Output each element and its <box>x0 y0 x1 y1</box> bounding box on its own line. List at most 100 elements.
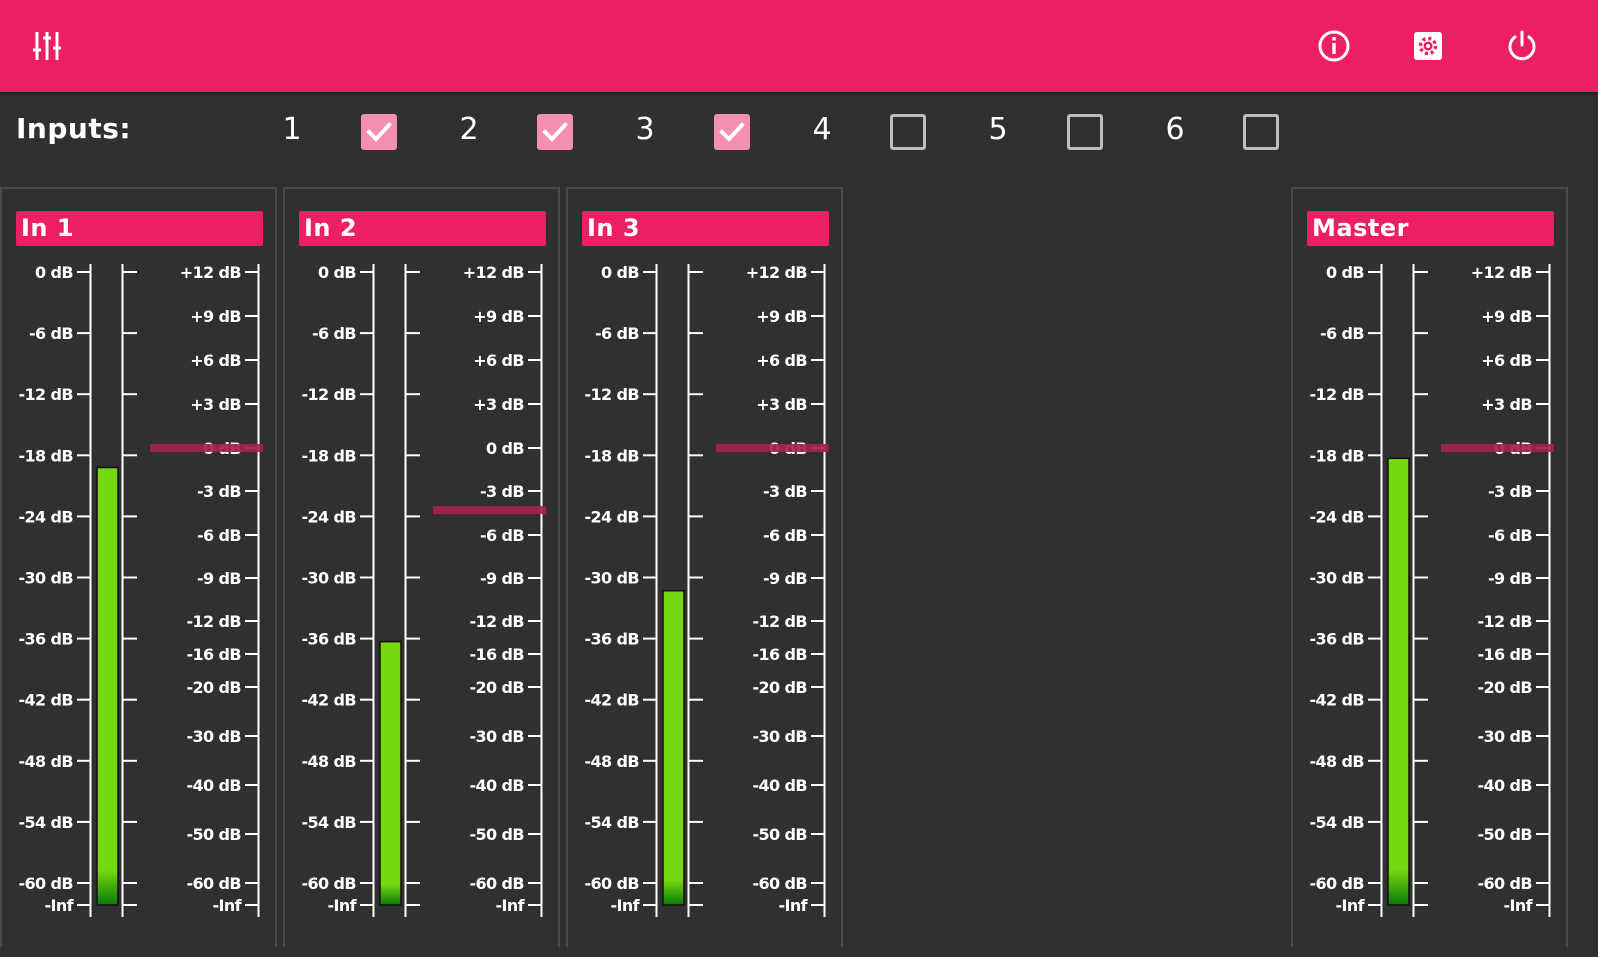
gain-scale-label: -3 dB <box>763 482 807 501</box>
power-icon[interactable] <box>1504 28 1540 64</box>
gain-scale-label: +6 dB <box>190 351 241 370</box>
info-icon[interactable] <box>1316 28 1352 64</box>
level-scale-label: -48 dB <box>584 752 639 771</box>
input-checkbox-5[interactable] <box>1067 114 1103 150</box>
level-scale-label: -Inf <box>1335 896 1365 915</box>
meter-svg: 0 dB -6 dB -12 dB -18 dB -24 dB -30 dB -36 dB -… <box>18 263 263 917</box>
gain-scale-label: -12 dB <box>186 612 241 631</box>
gain-scale-label: -50 dB <box>752 825 807 844</box>
gain-scale-label: -40 dB <box>186 776 241 795</box>
level-scale-label: -30 dB <box>301 569 356 588</box>
gain-scale-label: -6 dB <box>480 526 524 545</box>
gain-scale-label: -50 dB <box>469 825 524 844</box>
gain-scale-label: -6 dB <box>1488 526 1532 545</box>
gain-scale-label: -12 dB <box>469 612 524 631</box>
level-scale-label: 0 dB <box>601 263 639 282</box>
gain-scale-label: +9 dB <box>1481 307 1532 326</box>
level-scale-label: -6 dB <box>312 324 356 343</box>
gain-fader-handle[interactable] <box>1441 444 1554 452</box>
gain-scale-label: -16 dB <box>186 645 241 664</box>
level-scale-label: -48 dB <box>301 752 356 771</box>
gain-fader-handle[interactable] <box>716 444 829 452</box>
gain-scale-label: -16 dB <box>752 645 807 664</box>
gain-fader-handle[interactable] <box>433 506 546 515</box>
level-scale-label: -24 dB <box>301 507 356 526</box>
gain-scale-label: +12 dB <box>1471 263 1533 282</box>
input-number-5: 5 <box>988 112 1008 147</box>
level-scale-label: -36 dB <box>584 630 639 649</box>
gain-scale-label: +9 dB <box>473 307 524 326</box>
gain-scale-label: +3 dB <box>756 395 807 414</box>
gain-scale-label: +3 dB <box>1481 395 1532 414</box>
gain-scale-label: -40 dB <box>752 776 807 795</box>
level-scale-label: -30 dB <box>18 569 73 588</box>
level-scale-label: -42 dB <box>301 691 356 710</box>
input-checkbox-4[interactable] <box>890 114 926 150</box>
channel-strip-4: Master 0 dB -6 dB -12 dB -18 dB -24 dB -30 dB -… <box>1291 187 1568 947</box>
gain-scale-label: -Inf <box>1503 896 1533 915</box>
gain-scale-label: -40 dB <box>1477 776 1532 795</box>
gain-scale-label: +9 dB <box>190 307 241 326</box>
gain-scale-label: -Inf <box>778 896 808 915</box>
level-meter-bar <box>97 467 118 905</box>
app-header <box>0 0 1598 92</box>
level-scale-label: -12 dB <box>301 385 356 404</box>
level-scale-label: -54 dB <box>301 813 356 832</box>
level-scale-label: -36 dB <box>301 630 356 649</box>
gain-scale-label: -6 dB <box>197 526 241 545</box>
inputs-bar: Inputs: 1 2 3 4 5 6 <box>0 92 1598 187</box>
level-scale-label: -Inf <box>610 896 640 915</box>
channel-strip-1: In 10 dB -6 dB -12 dB -18 dB -24 dB -30 dB -36… <box>0 187 277 947</box>
level-scale-label: -18 dB <box>584 446 639 465</box>
gain-scale-label: -9 dB <box>480 569 524 588</box>
level-scale-label: -6 dB <box>595 324 639 343</box>
gain-scale-label: -30 dB <box>752 727 807 746</box>
gain-scale-label: +12 dB <box>180 263 242 282</box>
level-scale-label: -36 dB <box>18 630 73 649</box>
level-scale-label: -24 dB <box>584 507 639 526</box>
gain-scale-label: +3 dB <box>473 395 524 414</box>
input-number-3: 3 <box>635 112 655 147</box>
inputs-label: Inputs: <box>16 112 132 145</box>
gain-scale-label: -30 dB <box>469 727 524 746</box>
meter-svg: 0 dB -6 dB -12 dB -18 dB -24 dB -30 dB -36 dB -… <box>584 263 829 917</box>
level-scale-label: 0 dB <box>318 263 356 282</box>
input-checkbox-3[interactable] <box>714 114 750 150</box>
level-scale-label: -24 dB <box>1309 507 1364 526</box>
level-scale-label: -60 dB <box>1309 874 1364 893</box>
sliders-icon[interactable] <box>29 28 65 64</box>
gain-scale-label: +6 dB <box>473 351 524 370</box>
level-scale-label: -12 dB <box>18 385 73 404</box>
gain-scale-label: -50 dB <box>186 825 241 844</box>
level-scale-label: -24 dB <box>18 507 73 526</box>
level-scale-label: -54 dB <box>584 813 639 832</box>
channel-strip-2: In 20 dB -6 dB -12 dB -18 dB -24 dB -30 dB -36… <box>283 187 560 947</box>
gain-scale-label: -20 dB <box>186 678 241 697</box>
level-scale-label: 0 dB <box>1326 263 1364 282</box>
level-scale-label: -60 dB <box>18 874 73 893</box>
settings-icon[interactable] <box>1410 28 1446 64</box>
gain-scale-label: +6 dB <box>1481 351 1532 370</box>
level-scale-label: -12 dB <box>584 385 639 404</box>
gain-fader-handle[interactable] <box>150 444 263 452</box>
level-scale-label: -Inf <box>44 896 74 915</box>
input-checkbox-1[interactable] <box>361 114 397 150</box>
gain-scale-label: -6 dB <box>763 526 807 545</box>
gain-scale-label: -60 dB <box>752 874 807 893</box>
gain-scale-label: -60 dB <box>1477 874 1532 893</box>
level-scale-label: -12 dB <box>1309 385 1364 404</box>
level-scale-label: -30 dB <box>1309 569 1364 588</box>
level-scale-label: -60 dB <box>301 874 356 893</box>
level-scale-label: -30 dB <box>584 569 639 588</box>
level-scale-label: 0 dB <box>35 263 73 282</box>
input-number-2: 2 <box>459 112 479 147</box>
level-scale-label: -42 dB <box>584 691 639 710</box>
level-scale-label: -60 dB <box>584 874 639 893</box>
checkmark-icon <box>719 122 745 142</box>
input-checkbox-6[interactable] <box>1243 114 1279 150</box>
gain-scale-label: -40 dB <box>469 776 524 795</box>
level-meter-bar <box>380 641 401 905</box>
input-checkbox-2[interactable] <box>537 114 573 150</box>
input-number-1: 1 <box>282 112 302 147</box>
gain-scale-label: +12 dB <box>463 263 525 282</box>
